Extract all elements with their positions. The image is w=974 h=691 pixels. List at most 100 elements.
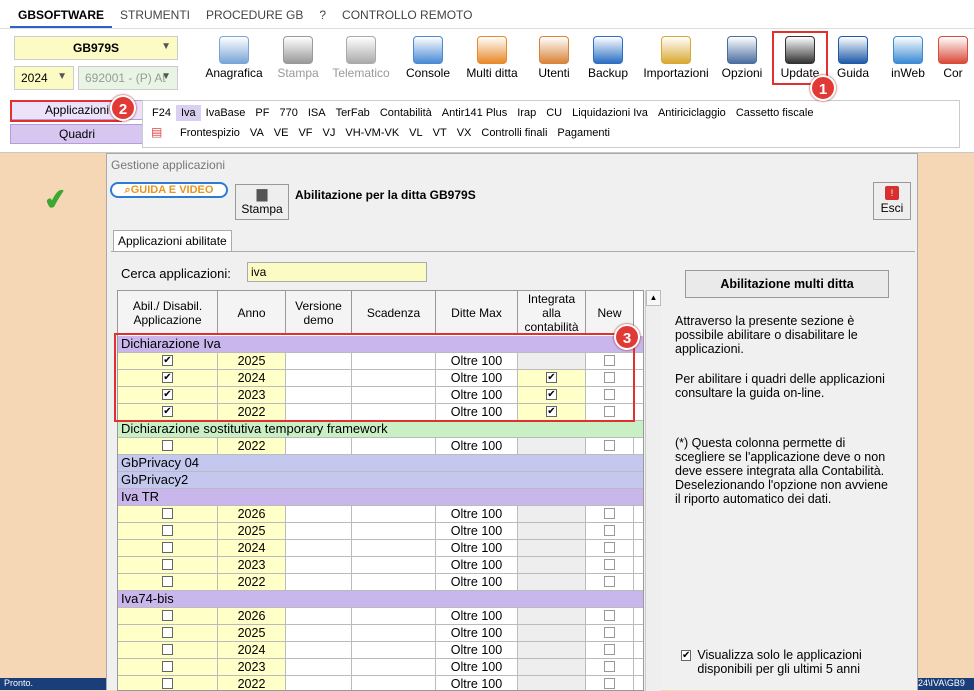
toolbar-label: Stampa xyxy=(277,66,319,80)
demo-cell xyxy=(286,659,352,675)
menu-procedure-gb[interactable]: PROCEDURE GB xyxy=(198,6,311,28)
quadro-vt[interactable]: VT xyxy=(428,125,452,141)
new-checkbox[interactable] xyxy=(604,559,615,571)
toolbar-telematico-button[interactable]: Telematico xyxy=(330,36,392,86)
column-header[interactable]: Scadenza xyxy=(352,291,436,335)
new-checkbox[interactable] xyxy=(604,678,615,690)
group-row[interactable]: Dichiarazione sostitutiva temporary fram… xyxy=(118,421,643,438)
ditte-max-value: Oltre 100 xyxy=(450,643,503,657)
quadro-vx[interactable]: VX xyxy=(452,125,477,141)
quadro-antir141-plus[interactable]: Antir141 Plus xyxy=(437,105,512,121)
toolbar-utenti-button[interactable]: Utenti xyxy=(532,36,576,86)
column-header[interactable]: Ditte Max xyxy=(436,291,518,335)
toolbar-importazioni-button[interactable]: Importazioni xyxy=(640,36,712,86)
quadro-vf[interactable]: VF xyxy=(293,125,317,141)
column-header[interactable]: Anno xyxy=(218,291,286,335)
quadro-liquidazioni-iva[interactable]: Liquidazioni Iva xyxy=(567,105,653,121)
quadro-contabilit-[interactable]: Contabilità xyxy=(375,105,437,121)
year-select[interactable]: 2024 ▼ xyxy=(14,66,74,90)
column-header[interactable]: Versione demo xyxy=(286,291,352,335)
group-row[interactable]: GbPrivacy2 xyxy=(118,472,643,489)
stampa-button[interactable]: ▆ Stampa xyxy=(235,184,289,220)
enable-checkbox[interactable] xyxy=(162,627,173,639)
quadro-cu[interactable]: CU xyxy=(541,105,567,121)
group-row[interactable]: Iva74-bis xyxy=(118,591,643,608)
quadro-ivabase[interactable]: IvaBase xyxy=(201,105,251,121)
pdf-icon[interactable]: ▤ xyxy=(151,125,171,141)
quadri-button[interactable]: Quadri xyxy=(10,124,144,144)
quadro-vh-vm-vk[interactable]: VH-VM-VK xyxy=(340,125,404,141)
tab-applicazioni-abilitate[interactable]: Applicazioni abilitate xyxy=(113,230,232,251)
quadro-770[interactable]: 770 xyxy=(274,105,302,121)
new-checkbox[interactable] xyxy=(604,440,615,452)
new-cell xyxy=(586,574,634,590)
new-checkbox[interactable] xyxy=(604,508,615,520)
scrollbar[interactable]: ▲ xyxy=(645,290,661,691)
toolbar-inweb-button[interactable]: inWeb xyxy=(886,36,930,86)
enable-checkbox[interactable] xyxy=(162,525,173,537)
column-header-label: New xyxy=(597,305,622,320)
quadro-f24[interactable]: F24 xyxy=(147,105,176,121)
enable-checkbox[interactable] xyxy=(162,559,173,571)
quadro-controlli-finali[interactable]: Controlli finali xyxy=(476,125,552,141)
enable-checkbox[interactable] xyxy=(162,576,173,588)
esci-button[interactable]: ! Esci xyxy=(873,182,911,220)
quadro-irap[interactable]: Irap xyxy=(512,105,541,121)
new-checkbox[interactable] xyxy=(604,576,615,588)
enable-checkbox[interactable] xyxy=(162,644,173,656)
ditte-max-cell: Oltre 100 xyxy=(436,438,518,454)
quadro-ve[interactable]: VE xyxy=(269,125,294,141)
quadro-pf[interactable]: PF xyxy=(250,105,274,121)
abilitazione-multi-ditta-button[interactable]: Abilitazione multi ditta xyxy=(685,270,889,298)
status-bar: Pronto. xyxy=(0,678,106,690)
quadro-vj[interactable]: VJ xyxy=(318,125,341,141)
enable-checkbox[interactable] xyxy=(162,661,173,673)
quadro-isa[interactable]: ISA xyxy=(303,105,331,121)
quadro-antiriciclaggio[interactable]: Antiriciclaggio xyxy=(653,105,731,121)
quadro-cassetto-fiscale[interactable]: Cassetto fiscale xyxy=(731,105,819,121)
toolbar-anagrafica-button[interactable]: Anagrafica xyxy=(200,36,268,86)
new-checkbox[interactable] xyxy=(604,627,615,639)
new-cell xyxy=(586,506,634,522)
scroll-up-icon[interactable]: ▲ xyxy=(646,290,661,306)
year-cell: 2026 xyxy=(218,608,286,624)
quadro-frontespizio[interactable]: Frontespizio xyxy=(175,125,245,141)
new-checkbox[interactable] xyxy=(604,542,615,554)
toolbar-opzioni-button[interactable]: Opzioni xyxy=(718,36,766,86)
group-row[interactable]: Iva TR xyxy=(118,489,643,506)
new-checkbox[interactable] xyxy=(604,525,615,537)
new-checkbox[interactable] xyxy=(604,661,615,673)
enable-checkbox[interactable] xyxy=(162,610,173,622)
quadro-pagamenti[interactable]: Pagamenti xyxy=(552,125,615,141)
enable-checkbox[interactable] xyxy=(162,542,173,554)
menu-controllo-remoto[interactable]: CONTROLLO REMOTO xyxy=(334,6,480,28)
menu--[interactable]: ? xyxy=(311,6,334,28)
enable-cell xyxy=(118,574,218,590)
toolbar-multi-ditta-button[interactable]: Multi ditta xyxy=(460,36,524,86)
menu-gbsoftware[interactable]: GBSOFTWARE xyxy=(10,6,112,28)
column-header[interactable]: Abil./ Disabil. Applicazione xyxy=(118,291,218,335)
column-header[interactable]: Integrata alla contabilità xyxy=(518,291,586,335)
new-checkbox[interactable] xyxy=(604,644,615,656)
new-checkbox[interactable] xyxy=(604,610,615,622)
year-cell: 2022 xyxy=(218,574,286,590)
quadro-iva[interactable]: Iva xyxy=(175,105,201,121)
enable-checkbox[interactable] xyxy=(162,440,173,452)
enable-checkbox[interactable] xyxy=(162,678,173,690)
quadro-terfab[interactable]: TerFab xyxy=(331,105,375,121)
enable-checkbox[interactable] xyxy=(162,508,173,520)
toolbar-guida-button[interactable]: Guida xyxy=(834,36,872,86)
toolbar-backup-button[interactable]: Backup xyxy=(584,36,632,86)
quadro-va[interactable]: VA xyxy=(245,125,269,141)
toolbar-console-button[interactable]: Console xyxy=(400,36,456,86)
last-5-years-checkbox[interactable]: ✔ xyxy=(681,650,692,661)
account-select[interactable]: 692001 - (P) At ▼ xyxy=(78,66,178,90)
quadro-vl[interactable]: VL xyxy=(404,125,427,141)
menu-strumenti[interactable]: STRUMENTI xyxy=(112,6,198,28)
toolbar-cor-button[interactable]: Cor xyxy=(938,36,968,86)
search-input[interactable]: iva xyxy=(247,262,427,282)
guida-video-button[interactable]: ⌕GUIDA E VIDEO xyxy=(110,182,228,198)
firm-code-select[interactable]: GB979S ▼ xyxy=(14,36,178,60)
toolbar-stampa-button[interactable]: Stampa xyxy=(272,36,324,86)
group-row[interactable]: GbPrivacy 04 xyxy=(118,455,643,472)
